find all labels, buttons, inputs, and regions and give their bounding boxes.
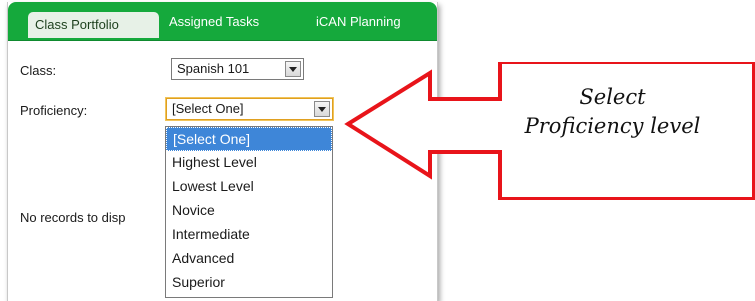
dropdown-option[interactable]: Novice [166,199,332,223]
tab-assigned-tasks[interactable]: Assigned Tasks [169,14,259,29]
tab-ican-planning[interactable]: iCAN Planning [316,14,401,29]
chevron-down-icon[interactable] [285,61,301,77]
proficiency-select[interactable]: [Select One] [166,98,333,120]
callout-line-1: Select [579,85,646,109]
proficiency-select-value: [Select One] [172,101,244,116]
dropdown-option[interactable]: Highest Level [166,151,332,175]
callout-line-2: Proficiency level [524,114,701,138]
empty-records-message: No records to disp [20,210,126,225]
tab-class-portfolio[interactable]: Class Portfolio [28,12,159,38]
class-select[interactable]: Spanish 101 [171,58,304,80]
callout-text: Select Proficiency level [470,83,755,141]
dropdown-option[interactable]: Superior [166,271,332,295]
tab-bar: Class Portfolio Assigned Tasks iCAN Plan… [8,2,437,41]
dropdown-option[interactable]: [Select One] [166,127,332,151]
class-select-value: Spanish 101 [177,61,250,76]
class-label: Class: [20,63,57,78]
chevron-down-icon[interactable] [314,101,330,117]
dropdown-option[interactable]: Advanced [166,247,332,271]
dropdown-option[interactable]: Lowest Level [166,175,332,199]
proficiency-dropdown-list: [Select One] Highest Level Lowest Level … [165,126,333,298]
dropdown-option[interactable]: Intermediate [166,223,332,247]
proficiency-label: Proficiency: [20,103,88,118]
